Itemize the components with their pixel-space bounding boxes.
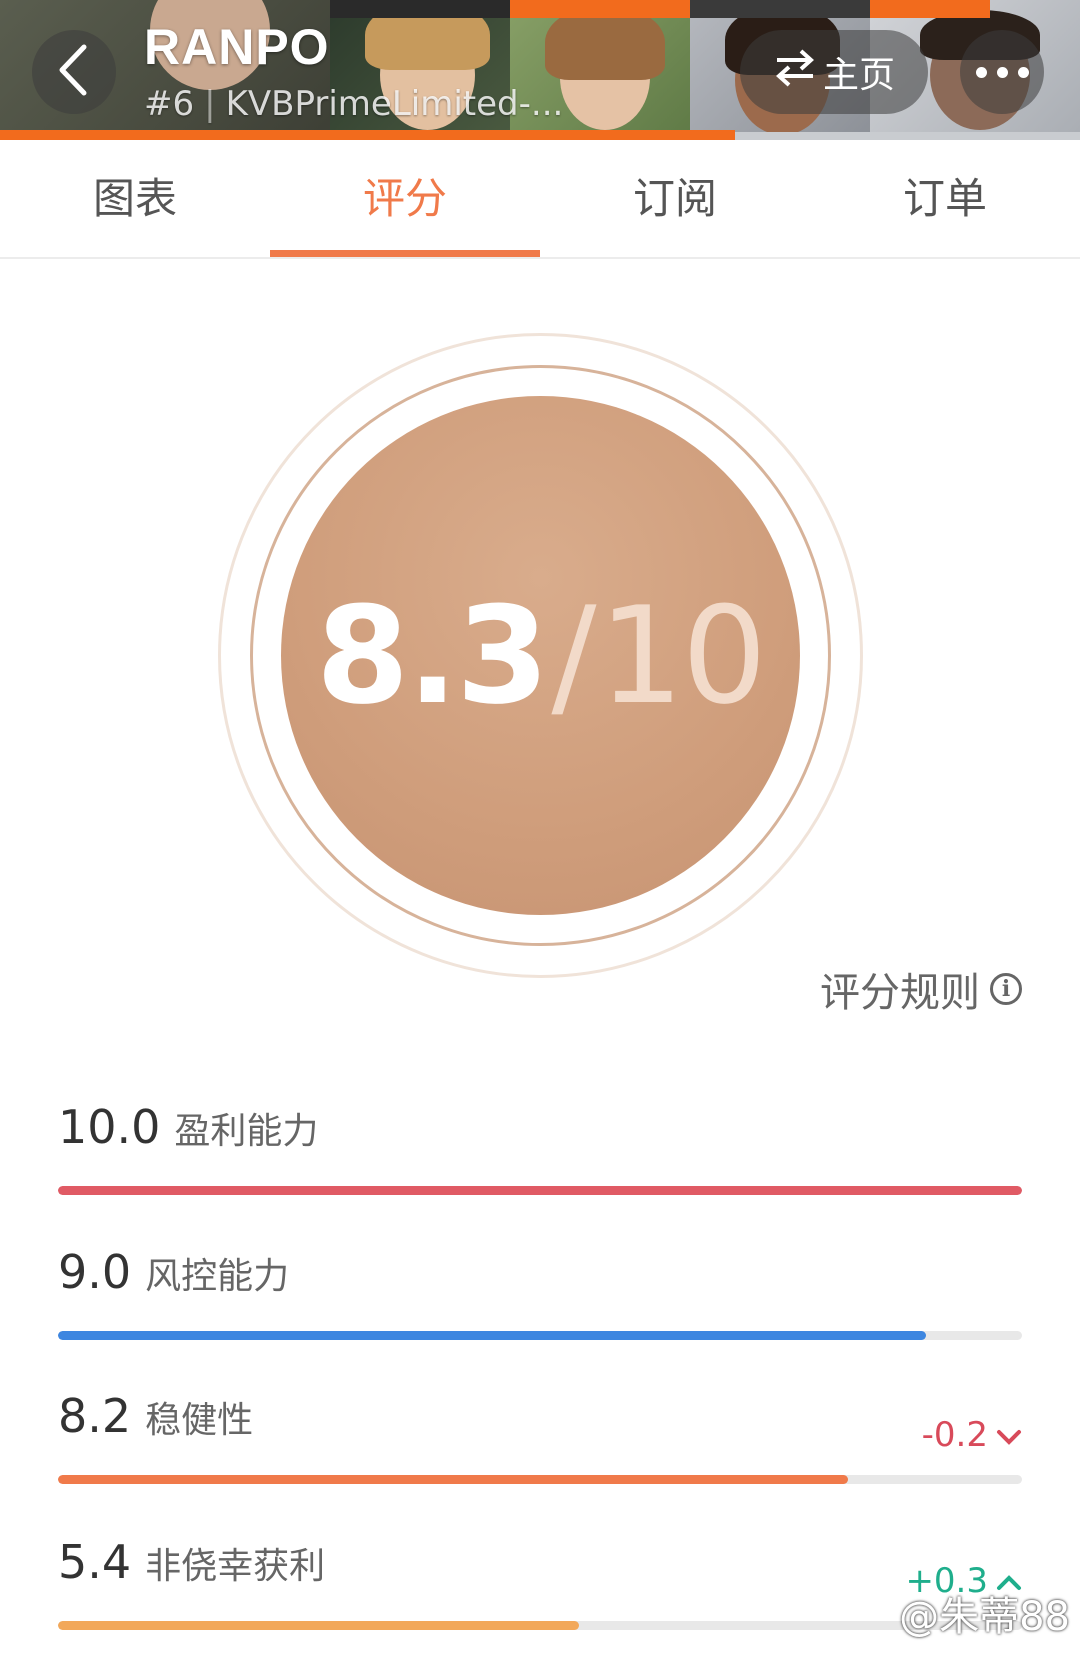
metric-progress-fill: [58, 1331, 926, 1340]
metric-value: 5.4: [58, 1535, 132, 1589]
metric-label: 风控能力: [145, 1256, 290, 1297]
metric-progress-bar: [58, 1475, 1022, 1484]
more-button[interactable]: [960, 30, 1044, 114]
metric-progress-bar: [58, 1621, 1022, 1630]
chevron-left-icon: [54, 43, 94, 101]
more-dots-icon: [975, 66, 987, 78]
chevron-down-icon: [988, 1415, 1022, 1455]
trader-name: RANPO: [144, 19, 330, 75]
info-icon: i: [990, 973, 1022, 1005]
metric-progress-fill: [58, 1186, 1022, 1195]
metric-row-non-luck-profit: 5.4 非侥幸获利 +0.3: [58, 1535, 1022, 1655]
overall-score: 8.3/10: [315, 577, 768, 734]
watermark: @朱蒂88: [899, 1594, 1070, 1640]
tab-subscribe[interactable]: 订阅: [540, 140, 810, 257]
header-divider: [735, 132, 1080, 140]
metric-label: 盈利能力: [174, 1111, 319, 1152]
tab-orders[interactable]: 订单: [810, 140, 1080, 257]
metric-value: 10.0: [58, 1100, 161, 1154]
trader-rank: #6: [144, 84, 195, 124]
home-button[interactable]: 主页: [740, 30, 928, 114]
metric-row-stability: 8.2 稳健性 -0.2: [58, 1389, 1022, 1509]
profile-header: RANPO #6 | KVBPrimeLimited-... 主页: [0, 0, 1080, 140]
home-label: 主页: [822, 55, 895, 96]
score-disc: 8.3/10: [281, 396, 800, 915]
metric-progress-fill: [58, 1475, 849, 1484]
tab-score[interactable]: 评分: [270, 140, 540, 257]
tab-chart[interactable]: 图表: [0, 140, 270, 257]
metric-label: 稳健性: [145, 1400, 254, 1441]
score-rules-link[interactable]: 评分规则 i: [820, 960, 1022, 1018]
metric-delta-value: -0.2: [921, 1415, 988, 1455]
back-button[interactable]: [32, 30, 116, 114]
header-accent-line: [0, 130, 735, 140]
metric-progress-bar: [58, 1186, 1022, 1195]
tab-bar: 图表 评分 订阅 订单: [0, 140, 1080, 259]
metric-value: 9.0: [58, 1245, 132, 1299]
trader-subtitle: #6 | KVBPrimeLimited-...: [144, 84, 564, 124]
metric-row-risk-control: 9.0 风控能力: [58, 1245, 1022, 1365]
metric-progress-bar: [58, 1331, 1022, 1340]
metric-delta: -0.2: [922, 1415, 1022, 1455]
score-value: 8.3: [315, 577, 549, 734]
score-rules-label: 评分规则: [820, 970, 980, 1016]
metric-progress-fill: [58, 1621, 579, 1630]
trader-broker: KVBPrimeLimited-...: [225, 84, 564, 124]
score-max: 10: [598, 577, 768, 734]
metric-row-profitability: 10.0 盈利能力: [58, 1100, 1022, 1220]
metric-value: 8.2: [58, 1389, 132, 1443]
swap-arrows-icon: [773, 48, 823, 97]
metric-label: 非侥幸获利: [145, 1546, 326, 1587]
